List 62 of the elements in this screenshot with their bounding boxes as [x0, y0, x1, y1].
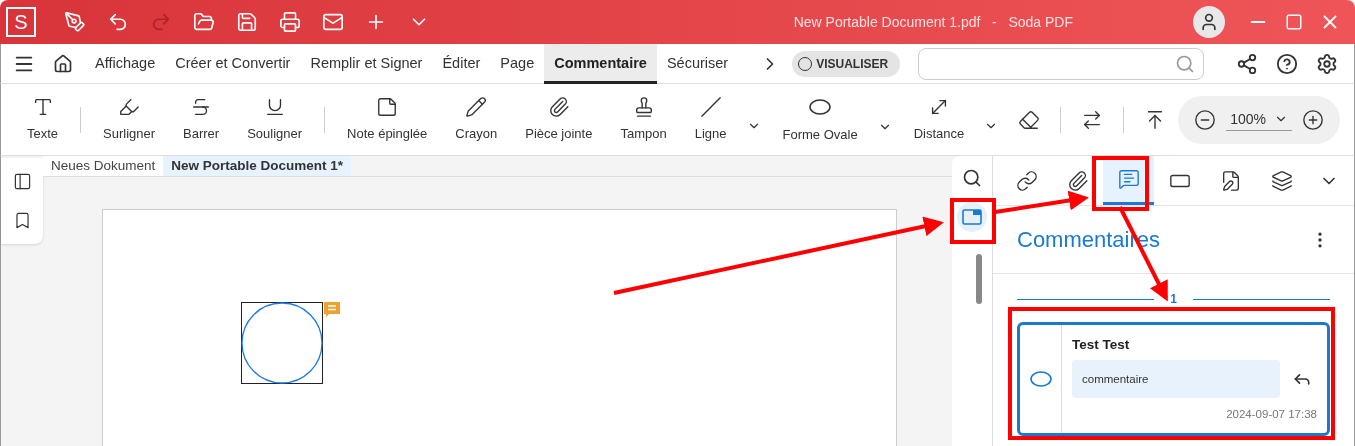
- comments-panel-button[interactable]: [957, 202, 987, 232]
- link-icon: [1015, 169, 1038, 192]
- folder-icon[interactable]: [193, 11, 215, 33]
- zoom-out-icon[interactable]: [1194, 108, 1217, 131]
- tool-button[interactable]: Ligne: [680, 95, 741, 144]
- note-icon: [376, 95, 399, 118]
- pen-icon[interactable]: [64, 11, 86, 33]
- menu-tab[interactable]: Commentaire: [544, 43, 657, 84]
- menu-tab[interactable]: Affichage: [85, 43, 166, 84]
- app-logo[interactable]: S: [6, 7, 36, 37]
- paperclip-icon: [547, 95, 570, 118]
- comment-card[interactable]: Test Test commentaire 2024-09-07 17:38: [1017, 322, 1330, 436]
- page-number: 1: [1170, 291, 1177, 308]
- pencil-icon: [465, 95, 488, 118]
- maximize-icon[interactable]: [1285, 13, 1303, 31]
- document-tab[interactable]: New Portable Document 1*: [163, 156, 352, 177]
- undo-icon[interactable]: [107, 11, 129, 33]
- document-tab[interactable]: Neues Dokument: [43, 156, 164, 177]
- tool-button[interactable]: Tampon: [606, 95, 681, 144]
- tool-button[interactable]: Surligner: [89, 95, 170, 144]
- layers-icon: [1270, 169, 1293, 192]
- highlight-frame: [950, 198, 996, 244]
- comment-icon: [1117, 168, 1140, 190]
- panel-icon: [962, 209, 982, 225]
- share-icon[interactable]: [1236, 52, 1259, 75]
- tool-button[interactable]: Pièce jointe: [511, 95, 607, 144]
- search-icon: [1175, 53, 1196, 74]
- tool-button[interactable]: Note épinglée: [333, 95, 442, 144]
- menu-tab[interactable]: Sécuriser: [656, 43, 739, 84]
- home-icon[interactable]: [53, 53, 73, 74]
- eraser-icon: [1018, 108, 1041, 131]
- tool-button[interactable]: Distance: [899, 95, 979, 144]
- search-field[interactable]: [918, 47, 1205, 80]
- window-title: New Portable Document 1.pdf - Soda PDF: [793, 12, 1073, 32]
- highlight-frame: [1092, 156, 1149, 211]
- tool-button[interactable]: Barrer: [169, 95, 234, 144]
- oval-annotation[interactable]: [241, 302, 323, 385]
- tool-button[interactable]: Souligner: [233, 95, 317, 144]
- line-icon: [699, 95, 722, 118]
- comment-time: 2024-09-07 17:38: [1226, 407, 1317, 423]
- settings-icon[interactable]: [1316, 52, 1339, 75]
- print-icon[interactable]: [279, 11, 301, 33]
- tool-button[interactable]: Forme Ovale: [768, 94, 872, 145]
- tool-button[interactable]: Crayon: [441, 95, 512, 144]
- paperclip-icon: [1066, 169, 1089, 192]
- comment-text: commentaire: [1072, 360, 1280, 399]
- help-icon[interactable]: [1276, 52, 1299, 75]
- menu-tab[interactable]: Créer et Convertir: [165, 43, 301, 84]
- preview-toggle[interactable]: VISUALISER: [792, 50, 901, 77]
- panel-icon[interactable]: [12, 172, 32, 191]
- menu-tab[interactable]: Remplir et Signer: [300, 43, 433, 84]
- zoom-dropdown[interactable]: 100%: [1226, 108, 1292, 131]
- menu-tab[interactable]: Éditer: [432, 43, 491, 84]
- menu-tab[interactable]: Page: [490, 43, 545, 84]
- tool-button[interactable]: Texte: [13, 95, 73, 144]
- search-icon[interactable]: [962, 168, 982, 188]
- save-icon[interactable]: [236, 11, 258, 33]
- comment-author: Test Test: [1072, 336, 1131, 354]
- user-avatar[interactable]: [1193, 6, 1225, 38]
- zoom-in-icon[interactable]: [1302, 108, 1324, 131]
- scrollbar-thumb[interactable]: [976, 254, 982, 304]
- mail-icon[interactable]: [322, 11, 344, 33]
